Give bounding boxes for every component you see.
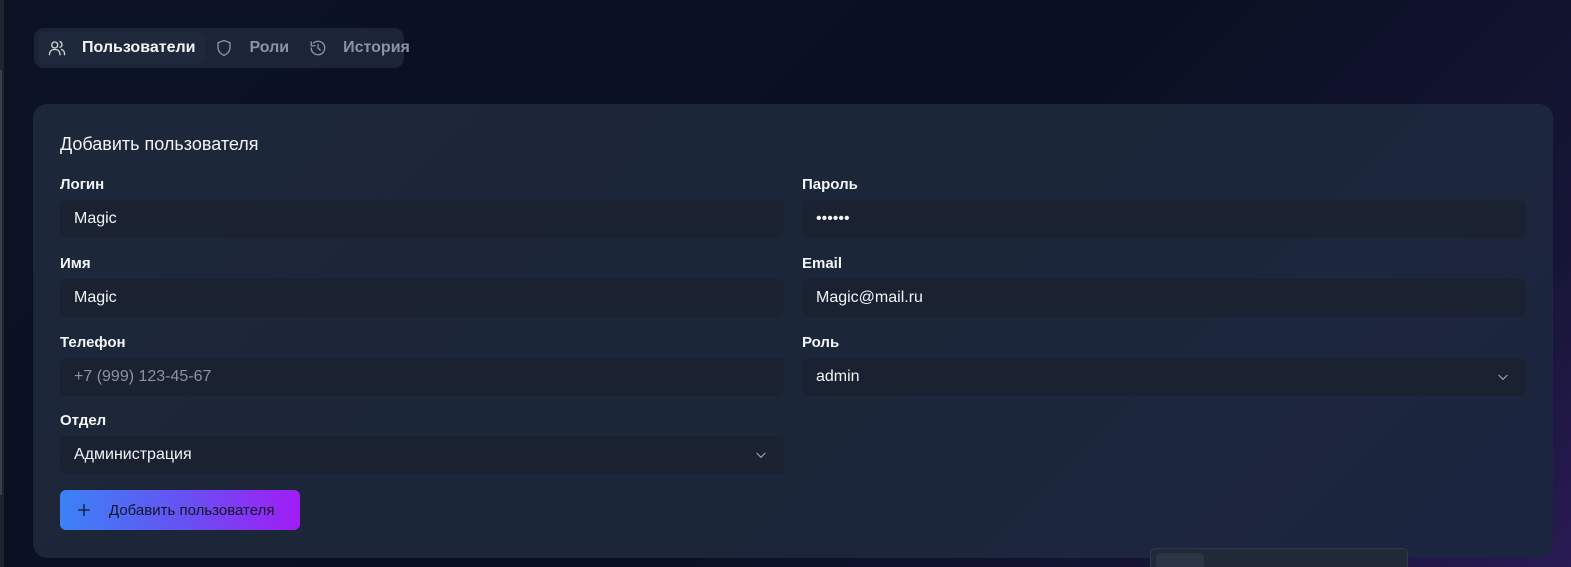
department-field: Отдел Администрация — [60, 412, 784, 474]
add-user-button-label: Добавить пользователя — [109, 501, 275, 519]
plus-icon — [78, 504, 90, 516]
name-label: Имя — [60, 255, 91, 272]
chevron-down-icon — [1498, 374, 1508, 380]
tab-history[interactable]: История — [299, 32, 420, 64]
tab-history-label: История — [343, 39, 410, 56]
card-title: Добавить пользователя — [60, 134, 259, 154]
department-select-value: Администрация — [74, 446, 192, 463]
login-label: Логин — [60, 176, 105, 193]
role-field: Роль admin — [802, 334, 1526, 396]
tab-roles-label: Роли — [249, 39, 290, 56]
email-field: Email Magic@mail.ru — [802, 255, 1526, 317]
role-label: Роль — [802, 334, 840, 351]
name-input[interactable]: Magic — [60, 279, 784, 317]
chevron-down-icon — [756, 452, 766, 458]
password-input[interactable]: •••••• — [802, 200, 1526, 238]
add-user-card: Добавить пользователя Логин Magic Пароль… — [33, 104, 1553, 558]
phone-label: Телефон — [60, 334, 126, 351]
department-select[interactable]: Администрация — [60, 436, 784, 474]
notification-popup — [1150, 548, 1408, 567]
phone-field: Телефон +7 (999) 123-45-67 — [60, 334, 784, 396]
department-label: Отдел — [60, 412, 107, 429]
role-select[interactable]: admin — [802, 358, 1526, 396]
email-label: Email — [802, 255, 843, 272]
history-icon — [310, 40, 326, 56]
shield-icon — [217, 39, 232, 57]
tab-roles[interactable]: Роли — [205, 32, 299, 64]
password-field: Пароль •••••• — [802, 176, 1526, 238]
password-label: Пароль — [802, 176, 858, 193]
add-user-button[interactable]: Добавить пользователя — [60, 490, 300, 530]
role-select-value: admin — [816, 368, 860, 385]
login-input[interactable]: Magic — [60, 200, 784, 238]
email-input[interactable]: Magic@mail.ru — [802, 279, 1526, 317]
window-left-edge — [0, 0, 4, 567]
tab-bar: Пользователи Роли История — [34, 28, 410, 68]
tab-users-label: Пользователи — [82, 39, 196, 56]
name-field: Имя Magic — [60, 255, 784, 317]
users-icon — [48, 40, 66, 56]
phone-input[interactable]: +7 (999) 123-45-67 — [60, 358, 784, 396]
tab-users[interactable]: Пользователи — [38, 32, 206, 64]
login-field: Логин Magic — [60, 176, 784, 238]
